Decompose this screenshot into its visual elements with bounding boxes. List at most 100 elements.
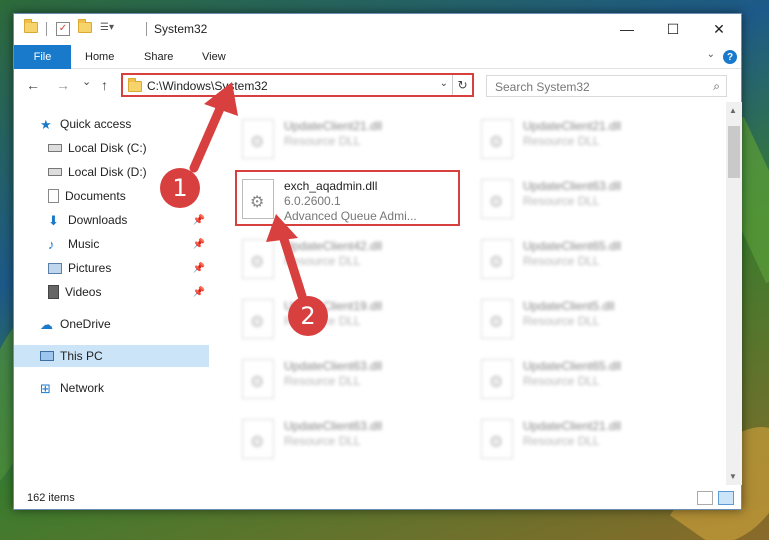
- cloud-icon: ☁: [40, 317, 53, 332]
- dll-file-icon: [242, 119, 274, 159]
- toolbar-separator: [46, 22, 47, 36]
- dll-file-icon: [481, 179, 513, 219]
- search-icon[interactable]: ⌕: [713, 79, 720, 94]
- tab-home[interactable]: Home: [85, 45, 114, 69]
- address-path[interactable]: C:\Windows\System32: [147, 79, 268, 93]
- sidebar-item-label: Downloads: [68, 213, 128, 227]
- list-item[interactable]: UpdateClient63.dll Resource DLL: [238, 353, 448, 403]
- dll-file-icon: [481, 239, 513, 279]
- file-list: UpdateClient21.dll Resource DLL UpdateCl…: [212, 109, 726, 483]
- pictures-icon: [48, 262, 62, 274]
- tab-file[interactable]: File: [14, 45, 71, 69]
- window-title: System32: [154, 22, 208, 36]
- customize-toolbar-icon[interactable]: ☰▾: [100, 22, 114, 36]
- folder-icon: [128, 78, 142, 92]
- list-item[interactable]: UpdateClient19.dll Resource DLL: [238, 293, 448, 343]
- tab-share[interactable]: Share: [144, 45, 173, 69]
- folder-icon: [24, 19, 38, 36]
- sidebar-item-label: Network: [60, 381, 105, 395]
- sidebar-item-quick-access[interactable]: ★ Quick access: [14, 113, 209, 135]
- sidebar-item-this-pc[interactable]: This PC: [14, 345, 209, 367]
- status-bar: 162 items: [14, 488, 741, 510]
- title-bar: ✓ ☰▾ System32 — ☐ ✕: [14, 14, 741, 45]
- network-icon: ⊞: [40, 381, 51, 396]
- videos-icon: [48, 285, 59, 299]
- dll-file-icon: [481, 419, 513, 459]
- dll-file-icon: [242, 239, 274, 279]
- back-button[interactable]: ←: [26, 77, 40, 93]
- scroll-down-icon[interactable]: ▼: [729, 472, 737, 481]
- sidebar-item-music[interactable]: ♪ Music 📌: [14, 233, 209, 255]
- music-icon: ♪: [48, 237, 55, 252]
- search-box[interactable]: Search System32 ⌕: [486, 75, 727, 97]
- sidebar-item-network[interactable]: ⊞ Network: [14, 377, 209, 399]
- list-item[interactable]: UpdateClient5.dll Resource DLL: [477, 293, 687, 343]
- list-item[interactable]: UpdateClient63.dll Resource DLL: [238, 413, 448, 463]
- sidebar-item-label: Videos: [65, 285, 102, 299]
- sidebar-item-pictures[interactable]: Pictures 📌: [14, 257, 209, 279]
- sidebar-item-label: Local Disk (D:): [68, 165, 147, 179]
- documents-icon: [48, 189, 59, 203]
- help-icon[interactable]: ?: [723, 50, 737, 64]
- pin-icon[interactable]: 📌: [193, 287, 205, 298]
- list-item[interactable]: UpdateClient21.dll Resource DLL: [477, 413, 687, 463]
- dll-file-icon: [481, 359, 513, 399]
- list-item[interactable]: UpdateClient63.dll Resource DLL: [477, 173, 687, 223]
- forward-button[interactable]: →: [56, 77, 70, 93]
- large-icons-view-icon[interactable]: [718, 491, 734, 505]
- dll-file-icon: [481, 299, 513, 339]
- sidebar-item-label: This PC: [60, 349, 103, 363]
- computer-icon: [40, 351, 54, 361]
- navigation-pane: ★ Quick access Local Disk (C:) Local Dis…: [14, 109, 209, 479]
- list-item[interactable]: UpdateClient21.dll Resource DLL: [238, 113, 448, 163]
- address-dropdown-icon[interactable]: ⌄: [440, 78, 448, 89]
- minimize-button[interactable]: —: [604, 14, 650, 44]
- sidebar-item-videos[interactable]: Videos 📌: [14, 281, 209, 303]
- pin-icon[interactable]: 📌: [193, 239, 205, 250]
- step-marker-1: 1: [160, 168, 200, 208]
- step-marker-2: 2: [288, 296, 328, 336]
- sidebar-item-local-disk-c[interactable]: Local Disk (C:): [14, 137, 209, 159]
- dll-file-icon: [242, 359, 274, 399]
- drive-icon: [48, 144, 62, 152]
- list-item[interactable]: UpdateClient42.dll Resource DLL: [238, 233, 448, 283]
- vertical-scrollbar[interactable]: ▲ ▼: [726, 102, 742, 485]
- pin-icon[interactable]: 📌: [193, 215, 205, 226]
- item-count: 162 items: [27, 492, 75, 504]
- dll-file-icon: [242, 299, 274, 339]
- sidebar-item-label: Quick access: [60, 117, 132, 131]
- ribbon-tabs: File Home Share View ⌄ ?: [14, 45, 741, 69]
- toolbar-separator: [146, 22, 147, 36]
- sidebar-item-label: Music: [68, 237, 100, 251]
- scrollbar-thumb[interactable]: [728, 126, 740, 178]
- sidebar-item-label: OneDrive: [60, 317, 111, 331]
- tab-view[interactable]: View: [202, 45, 226, 69]
- dll-file-icon: [481, 119, 513, 159]
- maximize-button[interactable]: ☐: [650, 14, 696, 44]
- close-button[interactable]: ✕: [696, 14, 742, 44]
- new-folder-icon[interactable]: [78, 19, 92, 36]
- address-bar[interactable]: C:\Windows\System32 ⌄ ↻: [121, 73, 474, 97]
- sidebar-item-downloads[interactable]: ⬇ Downloads 📌: [14, 209, 209, 231]
- refresh-button[interactable]: ↻: [452, 75, 472, 95]
- sidebar-item-label: Pictures: [68, 261, 112, 275]
- file-highlight-box: [235, 170, 460, 226]
- search-input[interactable]: Search System32: [495, 80, 590, 94]
- list-item[interactable]: UpdateClient65.dll Resource DLL: [477, 353, 687, 403]
- list-item[interactable]: UpdateClient21.dll Resource DLL: [477, 113, 687, 163]
- sidebar-item-onedrive[interactable]: ☁ OneDrive: [14, 313, 209, 335]
- drive-icon: [48, 168, 62, 176]
- sidebar-item-label: Local Disk (C:): [68, 141, 147, 155]
- expand-ribbon-icon[interactable]: ⌄: [707, 49, 715, 60]
- dll-file-icon: [242, 419, 274, 459]
- details-view-icon[interactable]: [697, 491, 713, 505]
- scroll-up-icon[interactable]: ▲: [729, 106, 737, 115]
- file-explorer-window: ✓ ☰▾ System32 — ☐ ✕ File Home Share View…: [13, 13, 742, 510]
- sidebar-item-label: Documents: [65, 189, 126, 203]
- recent-locations-button[interactable]: ⌄: [82, 75, 91, 88]
- download-icon: ⬇: [48, 213, 59, 228]
- pin-icon[interactable]: 📌: [193, 263, 205, 274]
- list-item[interactable]: UpdateClient65.dll Resource DLL: [477, 233, 687, 283]
- up-button[interactable]: ↑: [101, 77, 108, 93]
- properties-icon[interactable]: ✓: [56, 22, 70, 36]
